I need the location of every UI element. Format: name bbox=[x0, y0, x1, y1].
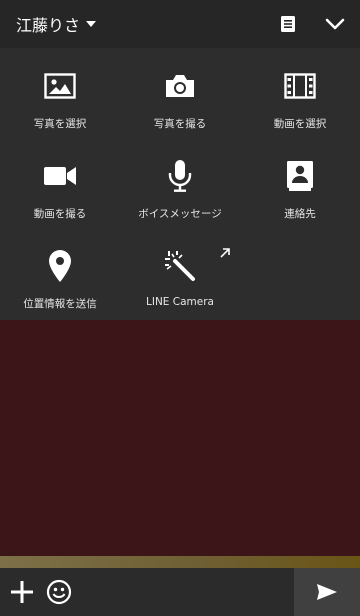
location-pin-icon bbox=[40, 246, 80, 286]
select-photo-button[interactable]: 写真を選択 bbox=[0, 48, 120, 138]
take-photo-label: 写真を撮る bbox=[153, 118, 207, 130]
emoji-icon[interactable] bbox=[46, 579, 72, 605]
plus-icon[interactable] bbox=[10, 580, 34, 604]
send-location-label: 位置情報を送信 bbox=[23, 298, 97, 310]
caret-down-icon bbox=[86, 21, 97, 27]
camera-icon bbox=[160, 66, 200, 106]
message-input-bar bbox=[0, 568, 360, 616]
external-link-icon bbox=[220, 248, 230, 258]
record-video-button[interactable]: 動画を撮る bbox=[0, 138, 120, 228]
contact-book-icon bbox=[280, 156, 320, 196]
magic-wand-icon bbox=[160, 246, 200, 286]
microphone-icon bbox=[160, 156, 200, 196]
line-camera-button[interactable]: LINE Camera bbox=[120, 228, 240, 318]
note-icon bbox=[281, 16, 295, 32]
voice-message-button[interactable]: ボイスメッセージ bbox=[120, 138, 240, 228]
select-video-button[interactable]: 動画を選択 bbox=[240, 48, 360, 138]
line-camera-label: LINE Camera bbox=[146, 296, 214, 308]
chat-title: 江藤りさ bbox=[16, 16, 81, 35]
attachment-menu: 写真を選択 写真を撮る 動画を選択 動画を撮る ボイスメッセージ 連絡先 位置情… bbox=[0, 48, 360, 320]
film-icon bbox=[280, 66, 320, 106]
note-button[interactable] bbox=[276, 12, 300, 36]
send-location-button[interactable]: 位置情報を送信 bbox=[0, 228, 120, 318]
record-video-label: 動画を撮る bbox=[33, 208, 87, 220]
image-icon bbox=[40, 66, 80, 106]
chat-message-area bbox=[0, 320, 360, 556]
send-button[interactable] bbox=[294, 568, 360, 616]
contact-button[interactable]: 連絡先 bbox=[240, 138, 360, 228]
select-photo-label: 写真を選択 bbox=[33, 118, 87, 130]
select-video-label: 動画を選択 bbox=[273, 118, 327, 130]
chevron-down-icon bbox=[325, 18, 345, 30]
voice-message-label: ボイスメッセージ bbox=[138, 208, 222, 220]
collapse-button[interactable] bbox=[323, 12, 347, 36]
chat-header: 江藤りさ bbox=[0, 0, 360, 48]
video-camera-icon bbox=[40, 156, 80, 196]
chat-title-dropdown[interactable]: 江藤りさ bbox=[16, 12, 97, 36]
take-photo-button[interactable]: 写真を撮る bbox=[120, 48, 240, 138]
send-icon bbox=[317, 584, 337, 600]
background-strip bbox=[0, 556, 360, 568]
contact-label: 連絡先 bbox=[284, 208, 316, 220]
